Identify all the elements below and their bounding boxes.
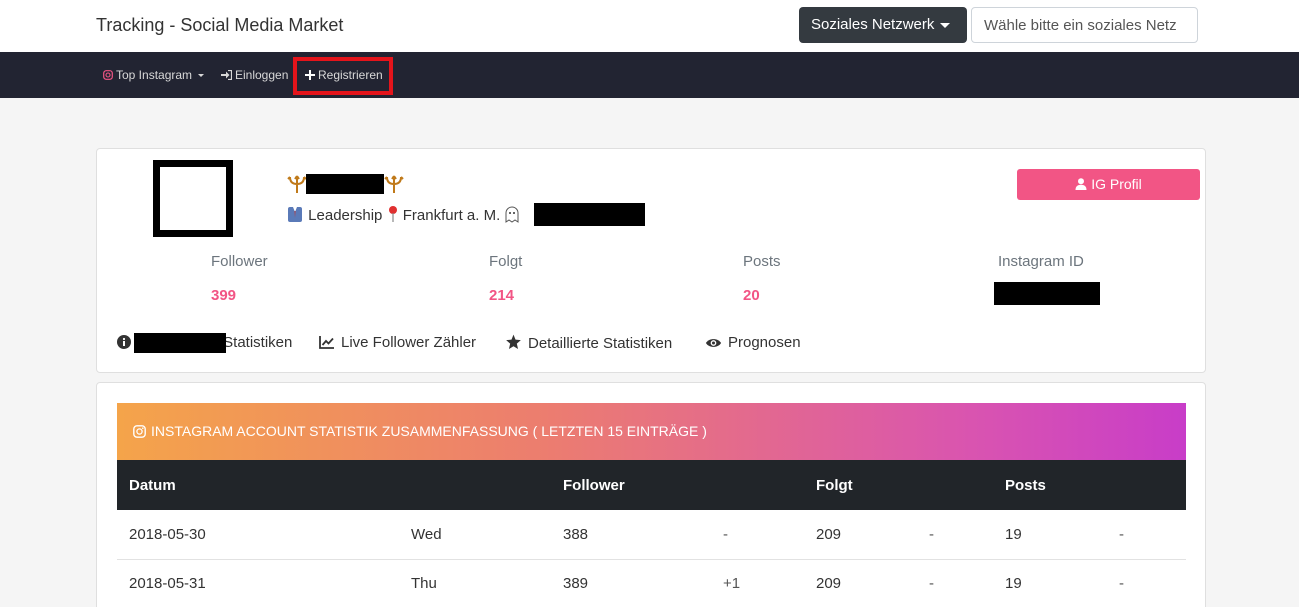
cell-follower: 388: [551, 510, 711, 560]
pin-icon: [388, 206, 397, 222]
cell-follower-delta: -: [711, 510, 804, 560]
table-row: 2018-05-31 Thu 389 +1 209 - 19 -: [117, 559, 1186, 607]
social-network-button-label: Soziales Netzwerk: [811, 16, 935, 33]
social-network-search-input[interactable]: [971, 7, 1198, 43]
trident-icon: [384, 175, 404, 193]
column-header-folgt: Folgt: [816, 476, 853, 494]
caret-down-icon: [940, 22, 951, 28]
profile-bio: Leadership Frankfurt a. M.: [286, 205, 520, 224]
stat-value-folgt: 214: [489, 287, 515, 304]
top-header: Tracking - Social Media Market Soziales …: [0, 0, 1299, 52]
cell-folgt-delta: -: [917, 510, 993, 560]
info-icon: [117, 335, 131, 349]
stats-summary-card: INSTAGRAM ACCOUNT STATISTIK ZUSAMMENFASS…: [96, 382, 1206, 607]
column-header-datum: Datum: [129, 476, 176, 494]
cell-follower-delta: +1: [711, 559, 804, 607]
link-prognosen-label: Prognosen: [728, 334, 801, 351]
link-live-follower-zaehler[interactable]: Live Follower Zähler: [319, 334, 476, 351]
stat-label-posts: Posts: [743, 253, 781, 270]
column-header-folgt-delta: [917, 460, 993, 510]
cell-folgt-delta: -: [917, 559, 993, 607]
instagram-icon: [133, 425, 146, 438]
instagram-icon: [103, 53, 113, 99]
redacted-instagram-id: [994, 282, 1100, 305]
site-title[interactable]: Tracking - Social Media Market: [96, 15, 343, 36]
column-header-weekday: [399, 460, 551, 510]
column-header-follower: Follower: [563, 476, 625, 494]
ig-profile-button[interactable]: IG Profil: [1017, 169, 1200, 200]
stat-value-posts: 20: [743, 287, 760, 304]
nav-item-label: Einloggen: [235, 68, 289, 82]
summary-table: Datum Follower Folgt Posts 2018-05-30 We…: [117, 460, 1186, 607]
cell-date: 2018-05-31: [117, 559, 399, 607]
stat-value-follower: 399: [211, 287, 237, 304]
redacted-bio-text: [534, 203, 645, 226]
bio-location-text: Frankfurt a. M.: [402, 207, 501, 224]
nav-item-label: Top Instagram: [116, 68, 193, 82]
table-row: 2018-05-30 Wed 388 - 209 - 19 -: [117, 510, 1186, 560]
main-navbar: Top Instagram Einloggen Registrieren: [0, 52, 1299, 98]
link-statistiken-label: Statistiken: [223, 334, 293, 351]
register-highlight-box: [293, 57, 393, 95]
suit-icon: [288, 207, 302, 222]
cell-follower: 389: [551, 559, 711, 607]
eye-icon: [705, 339, 722, 347]
ghost-icon: [505, 206, 519, 223]
caret-down-icon: [198, 74, 205, 78]
sign-in-icon: [221, 53, 233, 99]
cell-date: 2018-05-30: [117, 510, 399, 560]
profile-card: Leadership Frankfurt a. M. IG Profil Fol…: [96, 148, 1206, 373]
redacted-link-text: [134, 333, 226, 353]
link-detaillierte-statistiken[interactable]: Detaillierte Statistiken: [505, 334, 672, 352]
stat-label-follower: Follower: [211, 253, 268, 270]
cell-folgt: 209: [804, 559, 917, 607]
column-header-posts: Posts: [1005, 476, 1046, 494]
link-live-follower-zaehler-label: Live Follower Zähler: [341, 334, 477, 351]
link-detaillierte-statistiken-label: Detaillierte Statistiken: [528, 335, 673, 352]
column-header-follower-delta: [711, 460, 804, 510]
summary-header-title: INSTAGRAM ACCOUNT STATISTIK ZUSAMMENFASS…: [151, 423, 707, 439]
stat-label-instagram-id: Instagram ID: [998, 253, 1084, 270]
summary-header: INSTAGRAM ACCOUNT STATISTIK ZUSAMMENFASS…: [117, 403, 1186, 460]
table-header-row: Datum Follower Folgt Posts: [117, 460, 1186, 510]
social-network-dropdown-button[interactable]: Soziales Netzwerk: [799, 7, 967, 43]
cell-posts: 19: [993, 559, 1107, 607]
stat-label-folgt: Folgt: [489, 253, 523, 270]
user-icon: [1075, 178, 1087, 190]
cell-weekday: Thu: [399, 559, 551, 607]
trident-icon: [287, 175, 307, 193]
redacted-profile-name: [306, 174, 384, 194]
bio-leadership-text: Leadership: [308, 207, 383, 224]
cell-posts: 19: [993, 510, 1107, 560]
nav-item-login[interactable]: Einloggen: [221, 52, 288, 98]
nav-item-top-instagram[interactable]: Top Instagram: [103, 52, 205, 99]
cell-folgt: 209: [804, 510, 917, 560]
cell-weekday: Wed: [399, 510, 551, 560]
cell-posts-delta: -: [1107, 510, 1186, 560]
ig-profile-button-label: IG Profil: [1091, 176, 1142, 192]
avatar: [153, 160, 233, 237]
chart-line-icon: [319, 336, 334, 349]
star-icon: [506, 334, 521, 349]
link-prognosen[interactable]: Prognosen: [705, 334, 801, 351]
cell-posts-delta: -: [1107, 559, 1186, 607]
column-header-posts-delta: [1107, 460, 1186, 510]
